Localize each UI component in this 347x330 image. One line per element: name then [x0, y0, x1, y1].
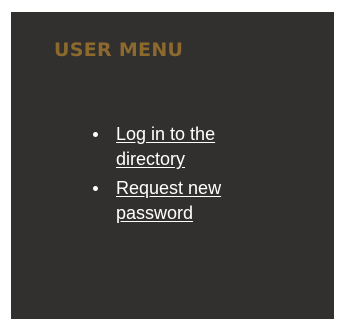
- user-menu-title: USER MENU: [54, 39, 184, 61]
- user-menu-panel: USER MENU Log in to the directory Reques…: [11, 12, 334, 319]
- list-item-password: Request new password: [93, 176, 293, 226]
- bullet-icon: [93, 186, 98, 191]
- request-password-link[interactable]: Request new password: [116, 176, 256, 226]
- bullet-icon: [93, 132, 98, 137]
- user-menu-list: Log in to the directory Request new pass…: [93, 122, 293, 230]
- login-link[interactable]: Log in to the directory: [116, 122, 256, 172]
- list-item-login: Log in to the directory: [93, 122, 293, 172]
